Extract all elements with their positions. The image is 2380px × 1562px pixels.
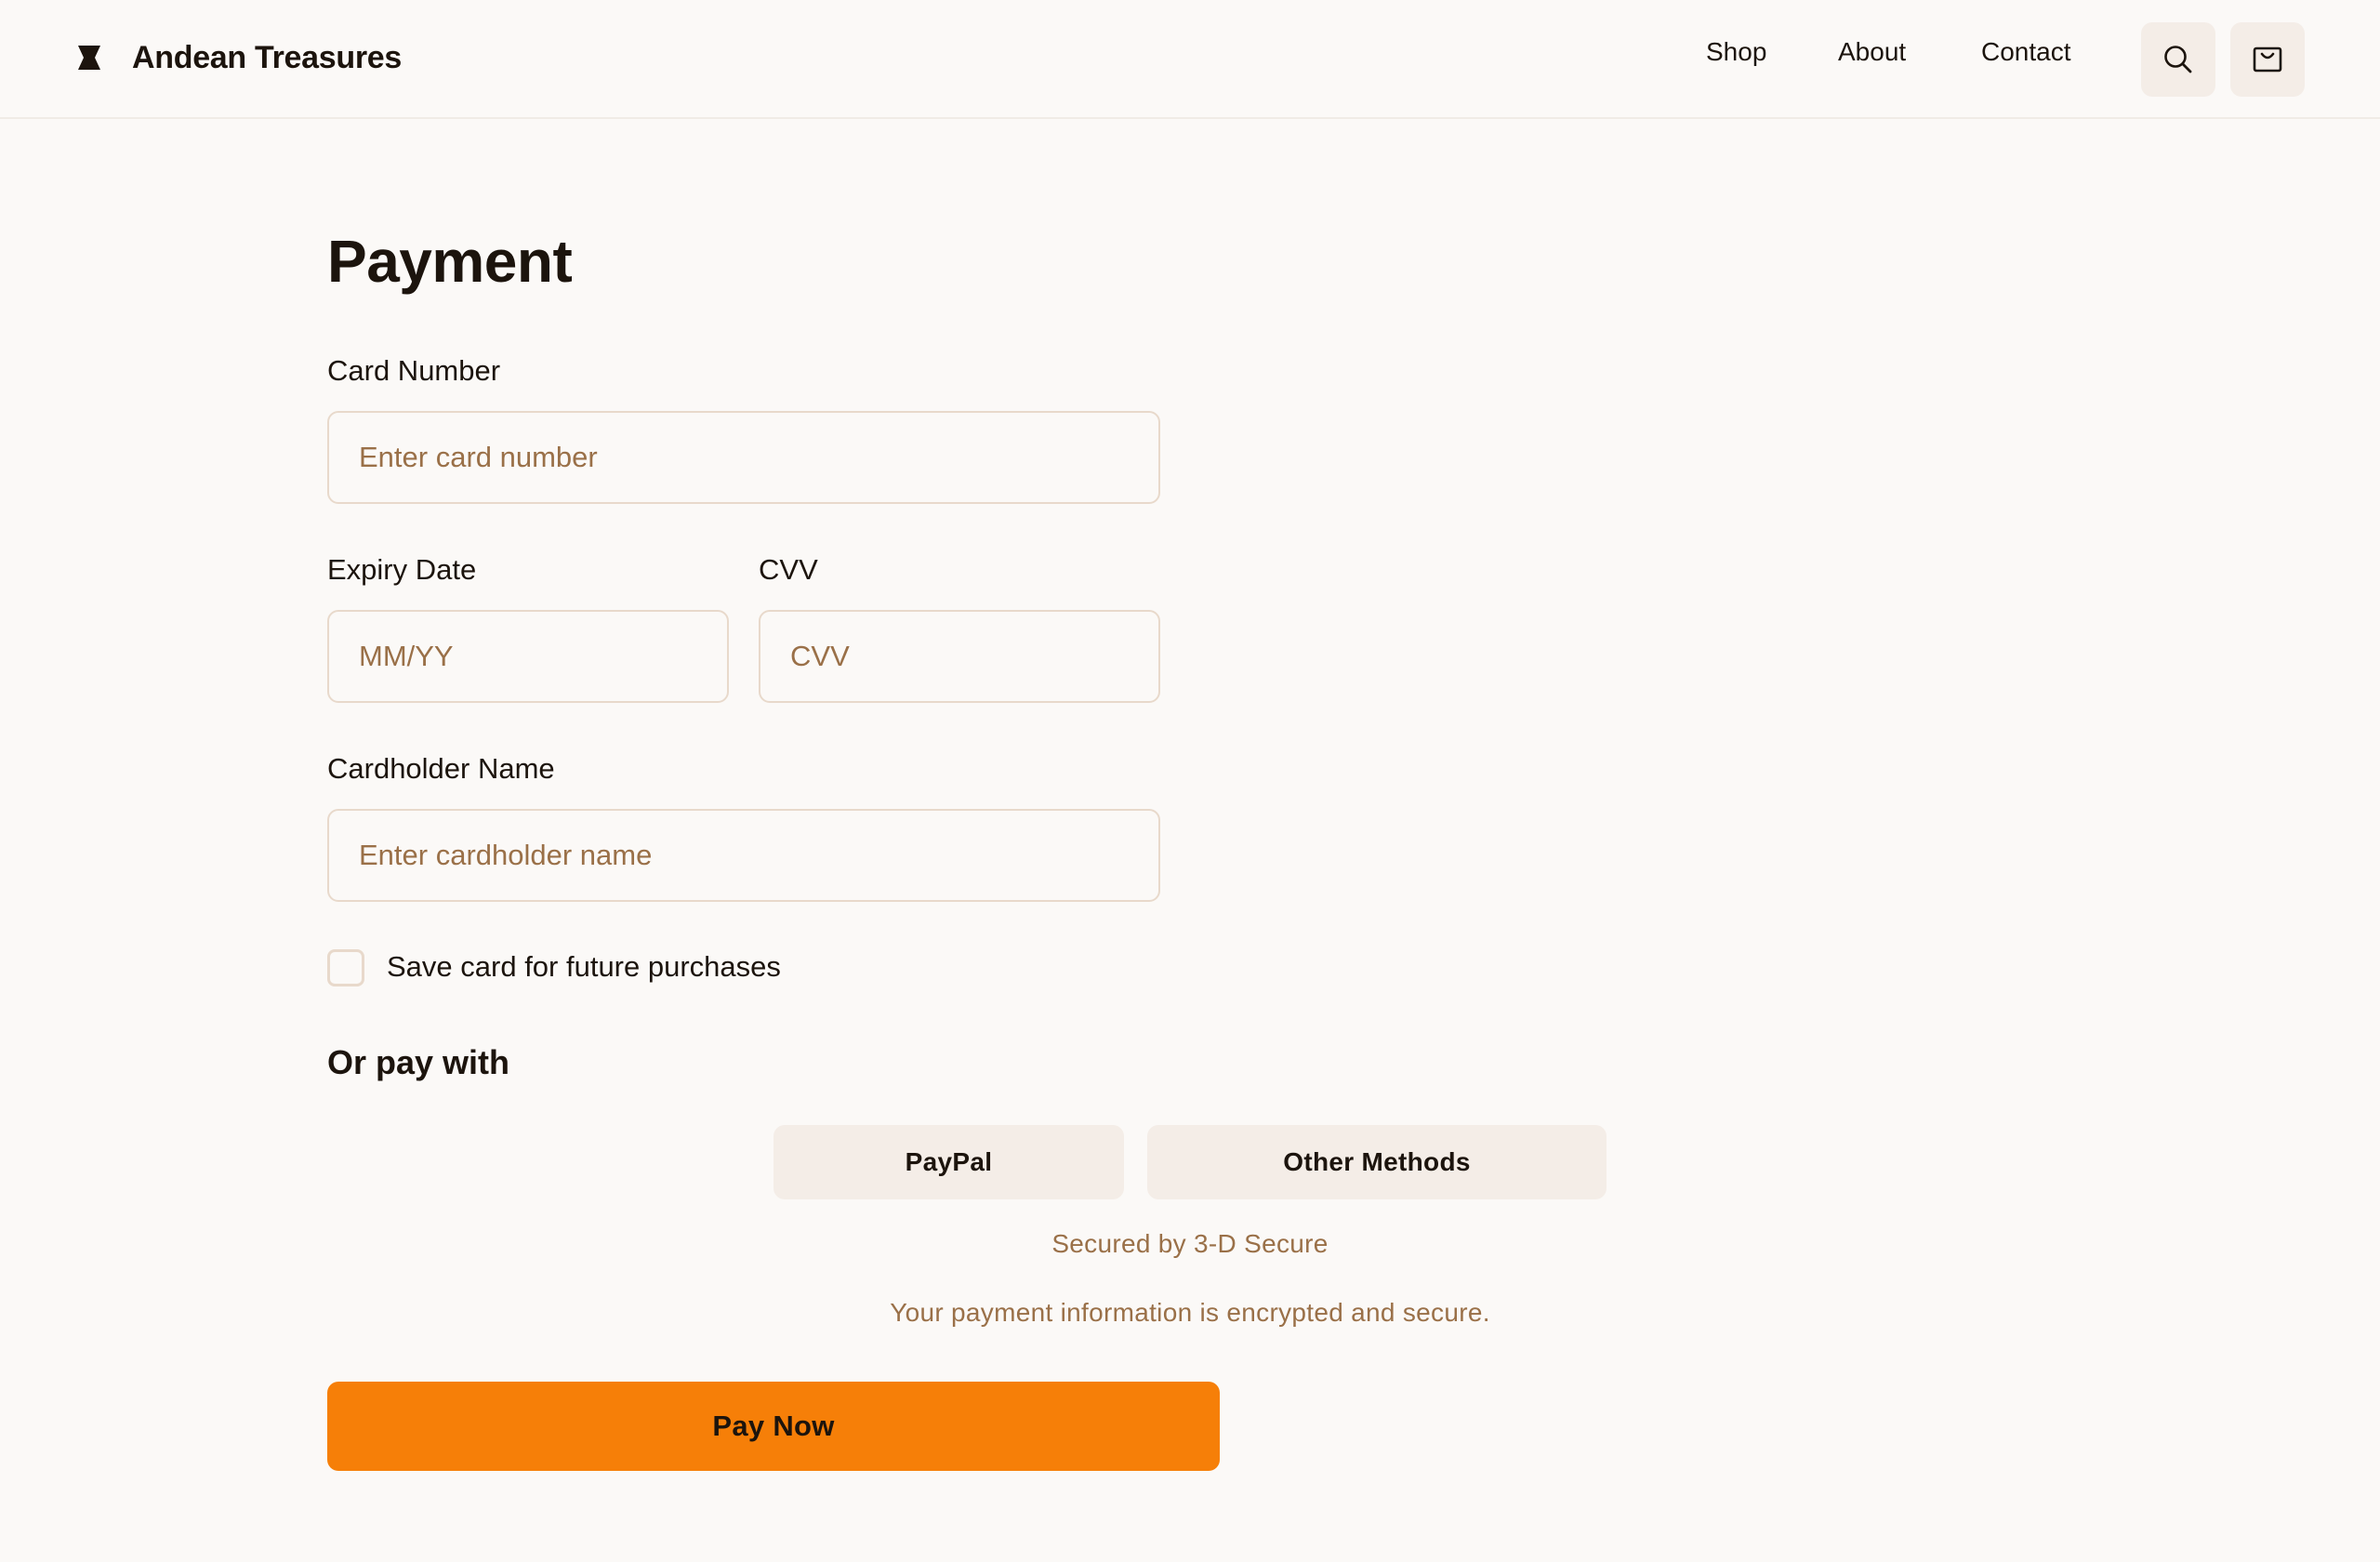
- other-methods-button[interactable]: Other Methods: [1147, 1125, 1606, 1199]
- encryption-note: Your payment information is encrypted an…: [890, 1298, 1490, 1327]
- cvv-label: CVV: [759, 553, 818, 586]
- card-number-label: Card Number: [327, 354, 501, 387]
- cardholder-name-input[interactable]: [327, 809, 1160, 902]
- save-card-checkbox[interactable]: [327, 949, 364, 986]
- search-button[interactable]: [2141, 22, 2215, 97]
- expiry-date-input[interactable]: [327, 610, 729, 703]
- hourglass-logo-icon: [78, 46, 100, 70]
- card-number-input[interactable]: [327, 411, 1160, 504]
- save-card-label[interactable]: Save card for future purchases: [387, 950, 781, 984]
- secured-note: Secured by 3-D Secure: [1051, 1229, 1329, 1258]
- expiry-date-label: Expiry Date: [327, 553, 477, 586]
- site-header: Andean Treasures Shop About Contact: [0, 0, 2380, 119]
- page-title: Payment: [327, 228, 573, 295]
- shopping-bag-icon: [2253, 46, 2282, 73]
- search-icon: [2164, 46, 2192, 73]
- cardholder-name-label: Cardholder Name: [327, 752, 555, 785]
- brand[interactable]: Andean Treasures: [74, 35, 402, 80]
- alt-payment-title: Or pay with: [327, 1043, 510, 1081]
- nav-contact[interactable]: Contact: [1981, 37, 2071, 80]
- cart-button[interactable]: [2230, 22, 2305, 97]
- nav-about[interactable]: About: [1838, 37, 1906, 80]
- cvv-input[interactable]: [759, 610, 1160, 703]
- nav-shop[interactable]: Shop: [1706, 37, 1766, 80]
- brand-name: Andean Treasures: [132, 39, 402, 75]
- pay-now-button[interactable]: Pay Now: [327, 1382, 1220, 1471]
- paypal-button[interactable]: PayPal: [774, 1125, 1124, 1199]
